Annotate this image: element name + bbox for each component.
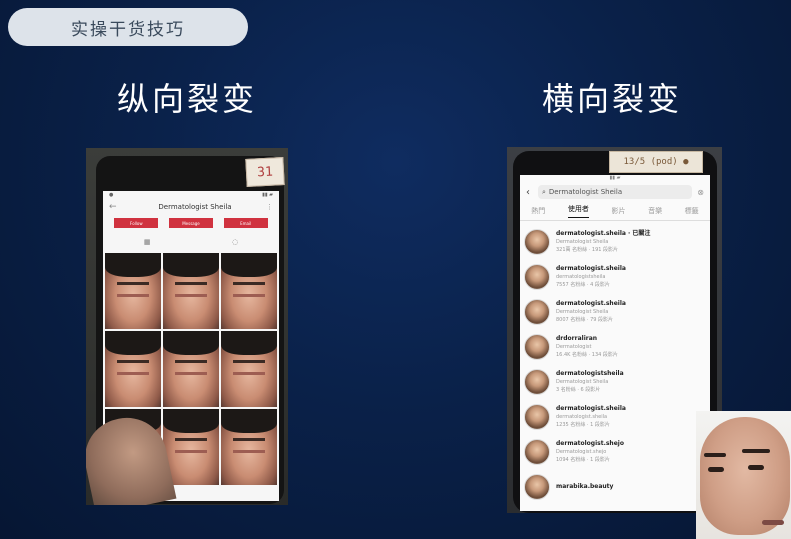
video-thumbnail[interactable] <box>163 331 219 407</box>
follow-button[interactable]: Follow <box>114 218 159 228</box>
display-name: Dermatologist.shejo <box>556 448 607 455</box>
message-button[interactable]: Message <box>168 218 213 228</box>
eyebrow <box>742 449 770 453</box>
list-item[interactable]: marabika.beauty <box>524 469 706 504</box>
display-name: dermatologist.sheila <box>556 413 608 420</box>
section-tag: 实操干货技巧 <box>8 8 248 46</box>
search-bar: ‹ ⌕ Dermatologist Sheila ⊗ <box>520 183 710 201</box>
display-name: Dermatologist <box>556 343 592 350</box>
list-item[interactable]: dermatologist.shejo Dermatologist.shejo … <box>524 434 706 469</box>
list-item[interactable]: drdorraliran Dermatologist 16.4K 名粉絲 · 1… <box>524 329 706 364</box>
video-thumbnail[interactable] <box>105 253 161 329</box>
search-icon: ⌕ <box>542 187 546 196</box>
tab-sounds[interactable]: 音樂 <box>648 206 662 216</box>
avatar <box>524 228 550 255</box>
eye <box>708 467 724 472</box>
tab-top[interactable]: 熱門 <box>531 206 545 216</box>
tab-users[interactable]: 使用者 <box>567 204 589 218</box>
search-input[interactable]: ⌕ Dermatologist Sheila <box>538 185 692 199</box>
username: dermatologist.sheila <box>556 299 626 307</box>
grid-icon[interactable]: ▦ <box>144 238 151 246</box>
mouth <box>762 520 784 525</box>
follower-count: 16.4K 名粉絲 · 134 段影片 <box>556 351 618 358</box>
avatar <box>524 403 550 430</box>
display-name: Dermatologist Sheila <box>556 378 609 385</box>
back-arrow-icon[interactable]: ← <box>109 202 129 212</box>
display-name: dermatologistsheila <box>556 273 606 280</box>
avatar <box>524 263 550 290</box>
more-icon[interactable]: ⋮ <box>261 203 273 211</box>
follower-count: 8007 名粉絲 · 79 段影片 <box>556 316 614 323</box>
display-name: Dermatologist Sheila <box>556 308 609 315</box>
webcam-overlay <box>696 411 791 539</box>
list-item[interactable]: dermatologist.sheila dermatologistsheila… <box>524 259 706 294</box>
email-button[interactable]: Email <box>223 218 268 228</box>
avatar <box>524 368 550 395</box>
eye <box>748 465 764 470</box>
display-name: Dermatologist Sheila <box>556 238 609 245</box>
follower-count: 3 名粉絲 · 6 段影片 <box>556 386 601 393</box>
video-thumbnail[interactable] <box>221 331 277 407</box>
profile-title: Dermatologist Sheila <box>158 203 232 211</box>
profile-actions: Follow Message Email <box>103 215 279 231</box>
username: drdorraliran <box>556 334 598 342</box>
follower-count: 7557 名粉絲 · 4 段影片 <box>556 281 610 288</box>
search-tabs: 熱門 使用者 影片 音樂 標籤 <box>520 201 710 221</box>
follower-count: 321萬 名粉絲 · 191 段影片 <box>556 246 619 253</box>
avatar <box>524 473 550 500</box>
clear-icon[interactable]: ⊗ <box>692 188 704 197</box>
video-thumbnail[interactable] <box>221 409 277 485</box>
profile-tabs: ▦ ◌ <box>103 235 279 249</box>
follower-count: 1094 名粉絲 · 1 段影片 <box>556 456 610 463</box>
status-bar: ▮▮ ▰ <box>609 175 621 181</box>
heading-horizontal-fission: 横向裂变 <box>542 80 683 118</box>
presenter-face <box>700 417 790 535</box>
user-results: dermatologist.sheila · 已關注 Dermatologist… <box>520 221 710 507</box>
tab-hashtags[interactable]: 標籤 <box>685 206 699 216</box>
eyebrow <box>704 453 726 457</box>
video-thumbnail[interactable] <box>163 409 219 485</box>
list-item[interactable]: dermatologist.sheila · 已關注 Dermatologist… <box>524 224 706 259</box>
phone-device: 13/5 (pod) ● ▮▮ ▰ ‹ ⌕ Dermatologist Shei… <box>513 151 717 513</box>
username: marabika.beauty <box>556 482 614 490</box>
search-query: Dermatologist Sheila <box>548 188 623 196</box>
phone-screen: ▮▮ ▰ ‹ ⌕ Dermatologist Sheila ⊗ 熱門 使用者 影… <box>520 175 710 511</box>
profile-header: ← Dermatologist Sheila ⋮ <box>103 199 279 215</box>
sticker-label: 13/5 (pod) ● <box>609 151 703 173</box>
list-item[interactable]: dermatologist.sheila Dermatologist Sheil… <box>524 294 706 329</box>
sticker-label: 31 <box>245 157 285 187</box>
list-item[interactable]: dermatologist.sheila dermatologist.sheil… <box>524 399 706 434</box>
list-item[interactable]: dermatologistsheila Dermatologist Sheila… <box>524 364 706 399</box>
username: dermatologist.shejo <box>556 439 624 447</box>
heading-vertical-fission: 纵向裂变 <box>117 80 258 118</box>
username: dermatologistsheila <box>556 369 624 377</box>
tag-icon[interactable]: ◌ <box>232 238 238 246</box>
left-phone-photo: 31 ● ▮▮ ▰ ← Dermatologist Sheila ⋮ Follow… <box>86 148 288 505</box>
username: dermatologist.sheila <box>556 404 626 412</box>
username: dermatologist.sheila <box>556 264 626 272</box>
avatar <box>524 298 550 325</box>
avatar <box>524 438 550 465</box>
follower-count: 1235 名粉絲 · 1 段影片 <box>556 421 610 428</box>
video-thumbnail[interactable] <box>163 253 219 329</box>
video-thumbnail[interactable] <box>105 331 161 407</box>
status-bar: ● ▮▮ ▰ <box>109 192 273 198</box>
avatar <box>524 333 550 360</box>
username: dermatologist.sheila · 已關注 <box>556 229 651 237</box>
video-thumbnail[interactable] <box>221 253 277 329</box>
back-arrow-icon[interactable]: ‹ <box>526 187 538 198</box>
tab-videos[interactable]: 影片 <box>611 206 625 216</box>
right-phone-photo: 13/5 (pod) ● ▮▮ ▰ ‹ ⌕ Dermatologist Shei… <box>507 147 722 513</box>
